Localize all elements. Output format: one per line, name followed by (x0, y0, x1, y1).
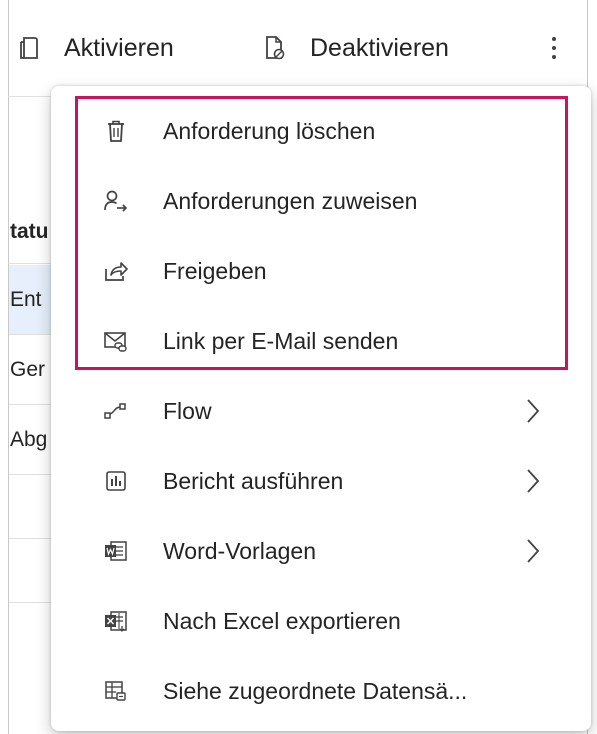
activate-label: Aktivieren (64, 33, 174, 62)
menu-item-label: Bericht ausführen (163, 467, 344, 494)
menu-item-email-link[interactable]: Link per E-Mail senden (51, 306, 591, 376)
activate-button[interactable]: Aktivieren (16, 28, 174, 68)
report-icon (103, 468, 129, 494)
deactivate-button[interactable]: Deaktivieren (262, 28, 449, 68)
chevron-right-icon (523, 537, 543, 565)
assign-person-icon (103, 188, 129, 214)
menu-item-word-templates[interactable]: Word-Vorlagen (51, 516, 591, 586)
deactivate-label: Deaktivieren (310, 33, 449, 62)
menu-item-label: Freigeben (163, 257, 267, 284)
share-icon (103, 258, 129, 284)
menu-item-delete-request[interactable]: Anforderung löschen (51, 96, 591, 166)
command-bar: Aktivieren Deaktivieren (8, 0, 588, 97)
menu-item-label: Siehe zugeordnete Datensä... (163, 677, 468, 704)
menu-item-assign-requests[interactable]: Anforderungen zuweisen (51, 166, 591, 236)
document-icon (16, 33, 42, 63)
menu-item-export-excel[interactable]: Nach Excel exportieren (51, 586, 591, 656)
word-icon (103, 538, 129, 564)
flow-icon (103, 398, 129, 424)
more-vertical-icon (551, 35, 557, 61)
overflow-menu: Anforderung löschen Anforderungen zuweis… (51, 86, 591, 731)
excel-icon (103, 608, 129, 634)
chevron-right-icon (523, 397, 543, 425)
menu-item-label: Flow (163, 397, 212, 424)
menu-item-related-records[interactable]: Siehe zugeordnete Datensä... (51, 656, 591, 726)
more-commands-button[interactable] (536, 28, 572, 68)
menu-item-flow[interactable]: Flow (51, 376, 591, 446)
document-deactivate-icon (262, 33, 288, 63)
menu-item-label: Word-Vorlagen (163, 537, 316, 564)
chevron-right-icon (523, 467, 543, 495)
menu-item-label: Anforderungen zuweisen (163, 187, 418, 214)
menu-item-label: Anforderung löschen (163, 117, 376, 144)
menu-item-label: Link per E-Mail senden (163, 327, 399, 354)
menu-item-run-report[interactable]: Bericht ausführen (51, 446, 591, 516)
menu-item-label: Nach Excel exportieren (163, 607, 401, 634)
trash-icon (103, 118, 129, 144)
related-records-icon (103, 678, 129, 704)
email-link-icon (103, 328, 129, 354)
menu-item-share[interactable]: Freigeben (51, 236, 591, 306)
